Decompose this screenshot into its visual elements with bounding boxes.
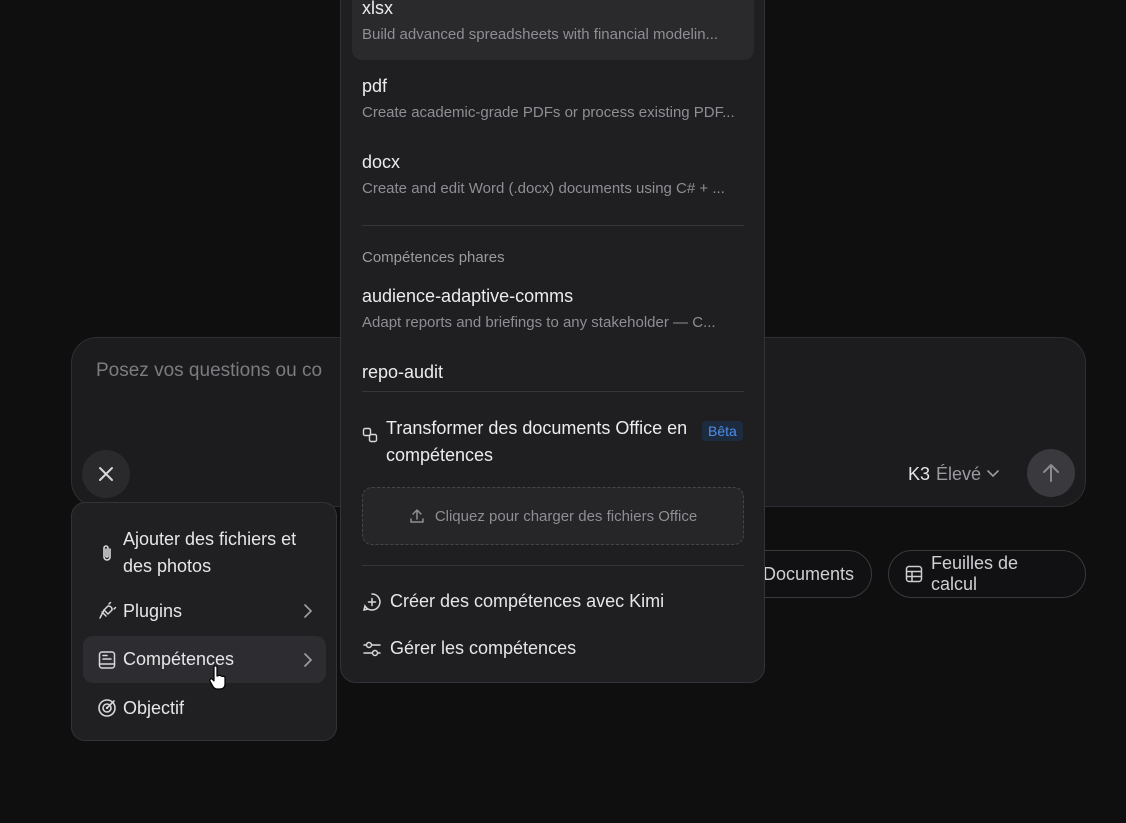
- menu-item-add-files[interactable]: Ajouter des fichiers et des photos: [83, 526, 326, 580]
- skill-title: xlsx: [362, 0, 393, 18]
- arrow-up-icon: [1043, 464, 1059, 482]
- skill-desc: Create and edit Word (.docx) documents u…: [362, 180, 725, 197]
- upload-icon: [410, 509, 424, 523]
- divider: [362, 391, 744, 392]
- beta-badge: Bêta: [702, 421, 743, 441]
- table-icon: [905, 565, 923, 583]
- divider: [362, 565, 744, 566]
- send-button[interactable]: [1027, 449, 1075, 497]
- skills-icon: [93, 650, 121, 670]
- target-icon: [93, 698, 121, 718]
- upload-office-files-dropzone[interactable]: Cliquez pour charger des fichiers Office: [362, 487, 744, 545]
- transform-label: Transformer des documents Office en comp…: [386, 415, 696, 469]
- skill-title: docx: [362, 152, 401, 172]
- menu-item-goal[interactable]: Objectif: [83, 686, 326, 730]
- chevron-right-icon: [304, 652, 312, 667]
- menu-item-add-files-label: Ajouter des fichiers et des photos: [123, 526, 296, 580]
- transform-line1: Transformer des documents Office en: [386, 418, 688, 438]
- skill-title: repo-audit: [362, 362, 444, 382]
- add-circle-icon: [362, 592, 381, 611]
- create-skills-label: Créer des compétences avec Kimi: [390, 591, 665, 611]
- upload-label: Cliquez pour charger des fichiers Office: [434, 507, 698, 525]
- menu-item-goal-label: Objectif: [123, 697, 185, 718]
- skill-item-repo-audit[interactable]: repo-audit: [352, 361, 754, 389]
- skill-title: audience-adaptive-comms: [362, 286, 574, 306]
- menu-item-plugins-label: Plugins: [123, 600, 183, 621]
- skill-desc: Create academic-grade PDFs or process ex…: [362, 104, 735, 121]
- manage-skills-button[interactable]: Gérer les compétences: [362, 638, 576, 659]
- plug-icon: [93, 601, 121, 621]
- hand-cursor-icon: [209, 665, 226, 690]
- skill-item-xlsx[interactable]: xlsx Build advanced spreadsheets with fi…: [352, 0, 754, 60]
- close-menu-button[interactable]: [82, 450, 130, 498]
- chevron-right-icon: [304, 604, 312, 618]
- skill-item-pdf[interactable]: pdf Create academic-grade PDFs or proces…: [352, 75, 754, 135]
- menu-item-plugins[interactable]: Plugins: [83, 589, 326, 633]
- convert-icon: [362, 427, 384, 469]
- composer-placeholder[interactable]: Posez vos questions ou co: [96, 360, 322, 382]
- add-files-line1: Ajouter des fichiers et: [123, 529, 297, 549]
- skill-item-docx[interactable]: docx Create and edit Word (.docx) docume…: [352, 151, 754, 211]
- transform-line2: compétences: [386, 445, 494, 465]
- manage-skills-label: Gérer les compétences: [390, 638, 577, 658]
- menu-item-skills[interactable]: Compétences: [83, 636, 326, 683]
- featured-skills-heading: Compétences phares: [362, 249, 505, 266]
- close-icon: [99, 467, 113, 481]
- app-stage: Posez vos questions ou co K3 Élevé Docum…: [0, 0, 1126, 823]
- transform-office-docs[interactable]: Transformer des documents Office en comp…: [362, 415, 744, 469]
- add-files-line2: des photos: [123, 556, 212, 576]
- chevron-down-icon: [987, 470, 999, 478]
- sliders-icon: [363, 641, 381, 656]
- model-name: K3: [908, 463, 931, 484]
- skill-desc: Adapt reports and briefings to any stake…: [362, 314, 716, 331]
- attach-menu: Ajouter des fichiers et des photos Plugi…: [71, 502, 337, 741]
- skill-item-audience-adaptive-comms[interactable]: audience-adaptive-comms Adapt reports an…: [352, 285, 754, 345]
- spreadsheets-chip-label: Feuilles de calcul: [930, 553, 1019, 594]
- spreadsheets-chip[interactable]: Feuilles de calcul: [888, 550, 1086, 598]
- skill-title: pdf: [362, 76, 388, 96]
- divider: [362, 225, 744, 226]
- model-selector[interactable]: K3 Élevé: [908, 462, 999, 486]
- documents-chip-label: Documents: [763, 563, 855, 584]
- create-skills-button[interactable]: Créer des compétences avec Kimi: [362, 591, 664, 612]
- skill-desc: Build advanced spreadsheets with financi…: [362, 26, 719, 43]
- skills-menu: xlsx Build advanced spreadsheets with fi…: [340, 0, 765, 683]
- model-mode: Élevé: [936, 463, 982, 484]
- paperclip-icon: [93, 543, 121, 563]
